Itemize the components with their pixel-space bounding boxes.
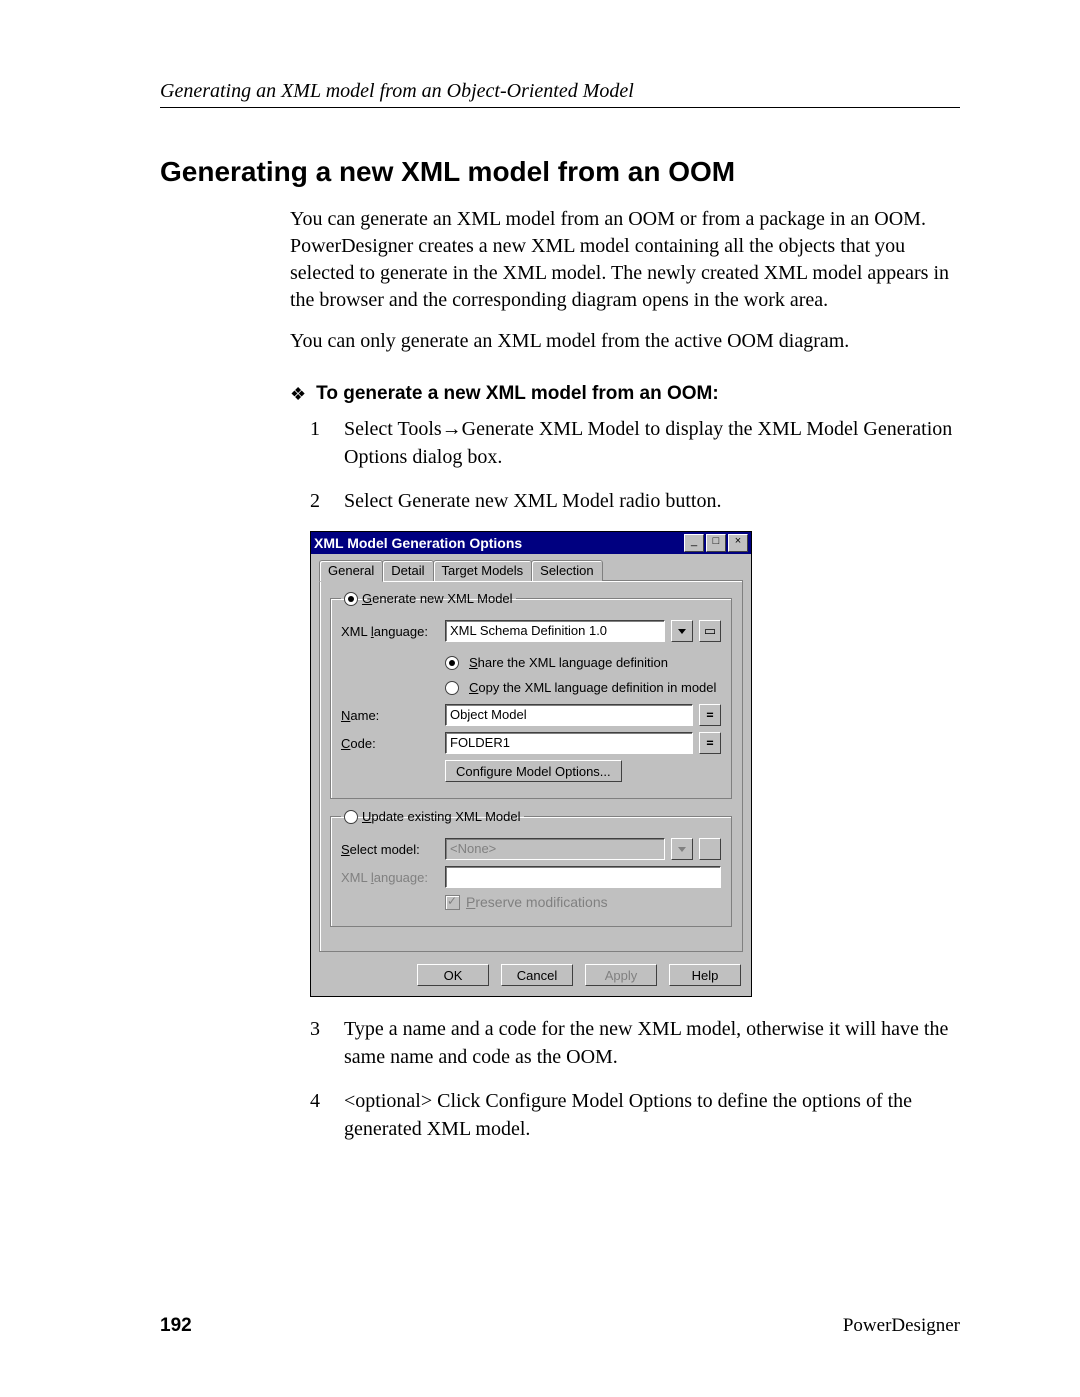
group-update-existing: Update existing XML Model Select model: … [330,809,732,927]
tab-strip: General Detail Target Models Selection [319,560,743,581]
xml-model-generation-options-dialog: XML Model Generation Options _ □ × Gener… [310,531,752,997]
tab-target-models[interactable]: Target Models [433,560,533,581]
intro-paragraph-2: You can only generate an XML model from … [290,328,960,355]
label-name: Name: [341,708,439,723]
checkbox-preserve-modifications [445,895,460,910]
running-header: Generating an XML model from an Object-O… [160,80,960,108]
group-generate-new: Generate new XML Model XML language: XML… [330,591,732,799]
diamond-icon: ❖ [290,384,306,405]
tab-detail[interactable]: Detail [382,560,433,581]
xml-language-readonly [445,866,721,888]
label-xml-language-2: XML language: [341,870,439,885]
configure-model-options-button[interactable]: Configure Model Options... [445,760,622,782]
tab-selection[interactable]: Selection [531,560,602,581]
footer-brand: PowerDesigner [843,1315,960,1337]
apply-button: Apply [585,964,657,986]
name-input[interactable]: Object Model [445,704,693,726]
procedure-title: To generate a new XML model from an OOM: [316,383,719,405]
chevron-down-icon [678,629,686,634]
tab-panel-general: Generate new XML Model XML language: XML… [319,580,743,952]
intro-paragraph-1: You can generate an XML model from an OO… [290,206,960,314]
combo-xml-language[interactable]: XML Schema Definition 1.0 [445,620,665,642]
step-2: 2 Select Generate new XML Model radio bu… [310,487,960,515]
radio-icon [445,656,459,670]
step-1: 1 Select Tools→Generate XML Model to dis… [310,415,960,471]
procedure-heading: ❖ To generate a new XML model from an OO… [290,383,960,405]
page-footer: 192 PowerDesigner [160,1315,960,1337]
select-model-browse-button [699,838,721,860]
radio-share-xml-lang[interactable]: Share the XML language definition [445,655,721,670]
xml-language-browse-button[interactable]: ▭ [699,620,721,642]
combo-select-model: <None> [445,838,665,860]
code-link-button[interactable]: = [699,732,721,754]
combo-select-model-dropdown [671,838,693,860]
chevron-down-icon [678,847,686,852]
radio-update-existing[interactable]: Update existing XML Model [341,809,524,824]
ok-button[interactable]: OK [417,964,489,986]
tab-general[interactable]: General [319,560,383,582]
label-select-model: Select model: [341,842,439,857]
label-preserve-modifications: Preserve modifications [466,894,608,910]
label-xml-language: XML language: [341,624,439,639]
step-3: 3 Type a name and a code for the new XML… [310,1015,960,1071]
cancel-button[interactable]: Cancel [501,964,573,986]
dialog-titlebar[interactable]: XML Model Generation Options _ □ × [311,532,751,554]
radio-copy-xml-lang[interactable]: Copy the XML language definition in mode… [445,680,721,695]
help-button[interactable]: Help [669,964,741,986]
combo-xml-language-dropdown[interactable] [671,620,693,642]
close-button[interactable]: × [728,534,748,552]
section-title: Generating a new XML model from an OOM [160,156,960,188]
minimize-button[interactable]: _ [684,534,704,552]
label-code: Code: [341,736,439,751]
step-4: 4 <optional> Click Configure Model Optio… [310,1087,960,1143]
radio-generate-new[interactable]: Generate new XML Model [341,591,516,606]
name-link-button[interactable]: = [699,704,721,726]
dialog-title: XML Model Generation Options [314,535,682,551]
radio-icon [445,681,459,695]
radio-icon [344,810,358,824]
restore-button[interactable]: □ [706,534,726,552]
code-input[interactable]: FOLDER1 [445,732,693,754]
radio-icon [344,592,358,606]
page-number: 192 [160,1315,192,1337]
